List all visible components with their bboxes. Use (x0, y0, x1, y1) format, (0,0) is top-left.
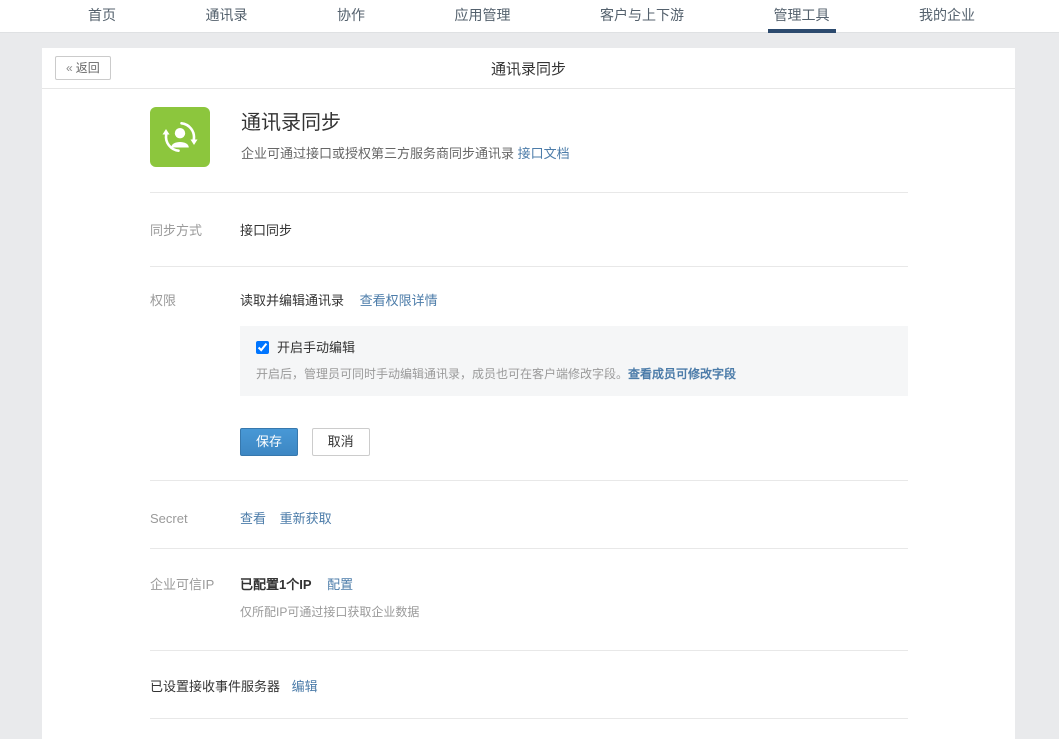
trusted-ip-config-link[interactable]: 配置 (327, 577, 353, 592)
nav-item-contacts[interactable]: 通讯录 (200, 0, 254, 33)
permission-row: 权限 读取并编辑通讯录 查看权限详情 开启手动编辑 开启后，管理员可同时手动编辑… (150, 267, 908, 480)
nav-item-collaboration[interactable]: 协作 (331, 0, 371, 33)
nav-item-admin-tools[interactable]: 管理工具 (768, 0, 836, 33)
nav-item-customers-upstream[interactable]: 客户与上下游 (594, 0, 690, 33)
content-panel: «返回 通讯录同步 (42, 48, 1015, 739)
trusted-ip-row: 企业可信IP 已配置1个IP 配置 仅所配IP可通过接口获取企业数据 (150, 549, 908, 650)
back-chevron-icon: « (66, 61, 73, 75)
secret-refresh-link[interactable]: 重新获取 (280, 511, 332, 526)
app-header: 通讯录同步 企业可通过接口或授权第三方服务商同步通讯录 接口文档 (150, 89, 908, 167)
sync-method-label: 同步方式 (150, 221, 240, 240)
trusted-ip-value: 已配置1个IP (240, 577, 312, 592)
event-server-edit-link[interactable]: 编辑 (292, 679, 318, 694)
manual-edit-toggle[interactable]: 开启手动编辑 (256, 338, 892, 357)
event-server-row: 已设置接收事件服务器 编辑 (150, 651, 908, 718)
manual-edit-checkbox[interactable] (256, 341, 269, 354)
back-button[interactable]: «返回 (55, 56, 111, 80)
permission-label: 权限 (150, 291, 240, 456)
back-button-label: 返回 (76, 61, 100, 75)
nav-item-app-management[interactable]: 应用管理 (449, 0, 517, 33)
sync-method-value: 接口同步 (240, 221, 908, 240)
editable-fields-link[interactable]: 查看成员可修改字段 (628, 367, 736, 381)
manual-edit-box: 开启手动编辑 开启后，管理员可同时手动编辑通讯录，成员也可在客户端修改字段。查看… (240, 326, 908, 396)
app-subtitle: 企业可通过接口或授权第三方服务商同步通讯录 (241, 146, 514, 161)
permission-actions: 保存 取消 (240, 428, 908, 456)
sync-method-row: 同步方式 接口同步 (150, 193, 908, 266)
panel-header: «返回 通讯录同步 (42, 48, 1015, 89)
contacts-sync-icon (150, 107, 210, 167)
permission-value: 读取并编辑通讯录 (240, 293, 344, 308)
app-title: 通讯录同步 (241, 109, 570, 137)
page-background: «返回 通讯录同步 (0, 33, 1059, 739)
save-button[interactable]: 保存 (240, 428, 298, 456)
secret-view-link[interactable]: 查看 (240, 511, 266, 526)
close-sync-row: 关闭接口同步 (150, 719, 908, 739)
trusted-ip-hint: 仅所配IP可通过接口获取企业数据 (240, 603, 908, 622)
trusted-ip-label: 企业可信IP (150, 575, 240, 622)
page-title: 通讯录同步 (42, 58, 1015, 79)
top-nav: 首页 通讯录 协作 应用管理 客户与上下游 管理工具 我的企业 (0, 0, 1059, 33)
secret-row: Secret 查看 重新获取 (150, 481, 908, 548)
panel-content: 通讯录同步 企业可通过接口或授权第三方服务商同步通讯录 接口文档 同步方式 接口… (42, 89, 1015, 739)
permission-detail-link[interactable]: 查看权限详情 (360, 293, 438, 308)
api-doc-link[interactable]: 接口文档 (518, 146, 570, 161)
nav-item-my-company[interactable]: 我的企业 (913, 0, 981, 33)
secret-label: Secret (150, 509, 240, 528)
manual-edit-checkbox-label: 开启手动编辑 (277, 338, 355, 357)
manual-edit-description: 开启后，管理员可同时手动编辑通讯录，成员也可在客户端修改字段。 (256, 367, 628, 381)
cancel-button[interactable]: 取消 (312, 428, 370, 456)
nav-item-home[interactable]: 首页 (82, 0, 122, 33)
event-server-text: 已设置接收事件服务器 (150, 679, 280, 694)
